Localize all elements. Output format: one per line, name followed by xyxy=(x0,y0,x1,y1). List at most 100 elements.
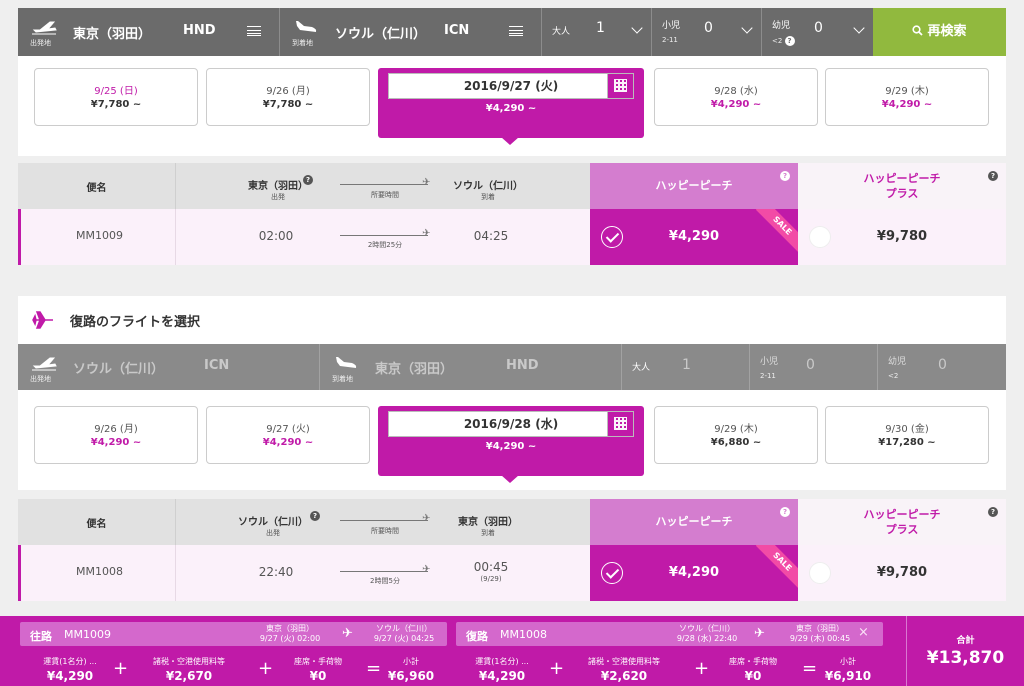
happy-peach-price: ¥4,290 xyxy=(668,565,720,580)
to-header: 東京（羽田） 到着 xyxy=(458,517,518,537)
arrival-time: 04:25 xyxy=(473,229,509,243)
help-icon[interactable]: ? xyxy=(310,511,320,521)
help-icon[interactable]: ? xyxy=(988,171,998,181)
return-leg-summary: 復路 MM1008 ソウル（仁川） 9/28 (水) 22:40 ✈ 東京（羽田）… xyxy=(456,622,883,646)
research-button[interactable]: 再検索 xyxy=(873,8,1006,56)
outbound-date-strip: 9/25 (日) ¥7,780 ~ 9/26 (月) ¥7,780 ~ 2016… xyxy=(18,56,1006,156)
booking-summary-bar: 往路 MM1009 東京（羽田） 9/27 (火) 02:00 ✈ ソウル（仁川）… xyxy=(0,616,1024,686)
close-icon[interactable]: × xyxy=(858,625,869,640)
date-price: ¥4,290 ~ xyxy=(881,99,933,110)
landing-icon xyxy=(294,21,318,36)
arrival-city: ソウル（仁川） xyxy=(335,27,427,42)
outbound-flight-row[interactable]: MM1009 02:00 ✈ 2時間25分 04:25 ¥4,290 SALE … xyxy=(18,209,1006,265)
child-label: 小児 xyxy=(662,21,681,31)
plus-sign: + xyxy=(694,658,710,679)
date-card[interactable]: 9/30 (金) ¥17,280 ~ xyxy=(825,406,989,464)
arrival-code: ICN xyxy=(444,23,470,38)
infant-count-value: 0 xyxy=(938,357,947,373)
adult-count-select[interactable]: 大人 1 xyxy=(542,8,652,56)
date-card[interactable]: 9/29 (木) ¥6,880 ~ xyxy=(654,406,818,464)
arrival-city: 東京（羽田） xyxy=(375,362,454,377)
search-icon xyxy=(912,25,924,36)
date-price: ¥7,780 ~ xyxy=(262,99,314,110)
happy-peach-fare-cell[interactable]: ¥4,290 SALE xyxy=(590,209,798,265)
child-count-value: 0 xyxy=(806,357,815,373)
happy-peach-plus-price: ¥9,780 xyxy=(876,565,928,580)
adult-label: 大人 xyxy=(632,363,651,373)
date-label: 9/25 (日) xyxy=(94,86,138,97)
infant-count: 0 xyxy=(814,20,823,36)
infant-count-select[interactable]: 幼児 <2 ? 0 xyxy=(762,8,873,56)
date-card[interactable]: 9/27 (火) ¥4,290 ~ xyxy=(206,406,370,464)
plane-icon: ✈ xyxy=(422,513,431,524)
date-label: 9/26 (月) xyxy=(266,86,310,97)
date-label: 9/29 (木) xyxy=(714,424,758,435)
flight-duration: 2時間5分 xyxy=(370,577,400,585)
date-price: ¥17,280 ~ xyxy=(878,437,936,448)
date-price: ¥4,290 ~ xyxy=(710,99,762,110)
outbound-search-bar: 出発地 東京（羽田） HND 到着地 ソウル（仁川） ICN 大人 1 小児 2… xyxy=(18,8,1006,56)
date-card[interactable]: 9/26 (月) ¥7,780 ~ xyxy=(206,68,370,126)
happy-peach-header: ハッピーピーチ? xyxy=(590,163,798,209)
plane-icon: ✈ xyxy=(342,626,353,641)
departure-label: 出発地 xyxy=(30,39,51,47)
departure-code: HND xyxy=(183,23,216,38)
date-card[interactable]: 9/25 (日) ¥7,780 ~ xyxy=(34,68,198,126)
date-card[interactable]: 9/29 (木) ¥4,290 ~ xyxy=(825,68,989,126)
calendar-icon[interactable] xyxy=(607,74,633,98)
arrival-code: HND xyxy=(506,358,539,373)
from-header: ソウル（仁川） 出発 xyxy=(238,517,308,537)
seat-cost: 座席・手荷物 ¥0 xyxy=(294,657,342,683)
arrival-selector[interactable]: 到着地 ソウル（仁川） ICN xyxy=(280,8,542,56)
date-card[interactable]: 9/28 (水) ¥4,290 ~ xyxy=(654,68,818,126)
fare-cost: 運賃(1名分) ... ¥4,290 xyxy=(43,657,97,683)
happy-peach-fare-cell[interactable]: ¥4,290 SALE xyxy=(590,545,798,601)
chevron-down-icon xyxy=(741,22,753,34)
departure-selector[interactable]: 出発地 ソウル（仁川） ICN xyxy=(18,344,320,390)
help-icon[interactable]: ? xyxy=(780,171,790,181)
date-price: ¥6,880 ~ xyxy=(710,437,762,448)
departure-time: 02:00 xyxy=(258,229,294,243)
help-icon[interactable]: ? xyxy=(303,175,313,185)
child-count: 小児 2-11 0 xyxy=(750,344,878,390)
leg-from: ソウル（仁川） 9/28 (水) 22:40 xyxy=(676,624,738,643)
arrival-selector[interactable]: 到着地 東京（羽田） HND xyxy=(320,344,622,390)
happy-peach-plus-fare-cell[interactable]: ¥9,780 xyxy=(798,209,1006,265)
help-icon[interactable]: ? xyxy=(780,507,790,517)
help-icon[interactable]: ? xyxy=(784,36,795,46)
departure-selector[interactable]: 出発地 東京（羽田） HND xyxy=(18,8,280,56)
selected-date-field[interactable]: 2016/9/27 (火) xyxy=(388,73,634,99)
date-card[interactable]: 9/26 (月) ¥4,290 ~ xyxy=(34,406,198,464)
return-title: 復路のフライトを選択 xyxy=(70,315,201,330)
happy-peach-plus-fare-cell[interactable]: ¥9,780 xyxy=(798,545,1006,601)
tax-cost: 諸税・空港使用料等 ¥2,620 xyxy=(588,657,660,683)
departure-city: 東京（羽田） xyxy=(73,27,152,42)
list-icon[interactable] xyxy=(509,26,523,36)
plane-icon: ✈ xyxy=(422,564,431,575)
to-header: ソウル（仁川） 到着 xyxy=(453,181,523,201)
help-icon[interactable]: ? xyxy=(988,507,998,517)
adult-label: 大人 xyxy=(552,27,571,37)
list-icon[interactable] xyxy=(247,26,261,36)
calendar-icon[interactable] xyxy=(607,412,633,436)
child-count-select[interactable]: 小児 2-11 0 xyxy=(652,8,762,56)
flight-duration: 2時間25分 xyxy=(367,241,403,249)
plus-sign: + xyxy=(258,658,274,679)
happy-peach-header: ハッピーピーチ? xyxy=(590,499,798,545)
leg-to: 東京（羽田） 9/29 (木) 00:45 xyxy=(789,624,851,643)
adult-count-value: 1 xyxy=(682,357,691,373)
arrival-label: 到着地 xyxy=(292,39,313,47)
subtotal-cost: 小計 ¥6,910 xyxy=(824,657,872,683)
adult-count: 大人 1 xyxy=(622,344,750,390)
return-flight-row[interactable]: MM1008 22:40 ✈ 2時間5分 00:45 (9/29) ¥4,290… xyxy=(18,545,1006,601)
grand-total: 合計 ¥13,870 xyxy=(906,616,1024,686)
child-label: 小児 xyxy=(760,357,779,367)
outbound-table-header: 便名 東京（羽田） 出発 ? ✈ 所要時間 ソウル（仁川） 到着 ハッピーピーチ? … xyxy=(18,163,1006,209)
happy-peach-plus-header: ハッピーピーチ プラス? xyxy=(798,163,1006,209)
selected-date-field[interactable]: 2016/9/28 (水) xyxy=(388,411,634,437)
infant-count: 幼児 <2 0 xyxy=(878,344,1006,390)
selected-date[interactable]: 2016/9/28 (水) ¥4,290 ~ xyxy=(378,406,644,483)
selected-date[interactable]: 2016/9/27 (火) ¥4,290 ~ xyxy=(378,68,644,145)
happy-peach-plus-header: ハッピーピーチ プラス? xyxy=(798,499,1006,545)
date-label: 9/29 (木) xyxy=(885,86,929,97)
